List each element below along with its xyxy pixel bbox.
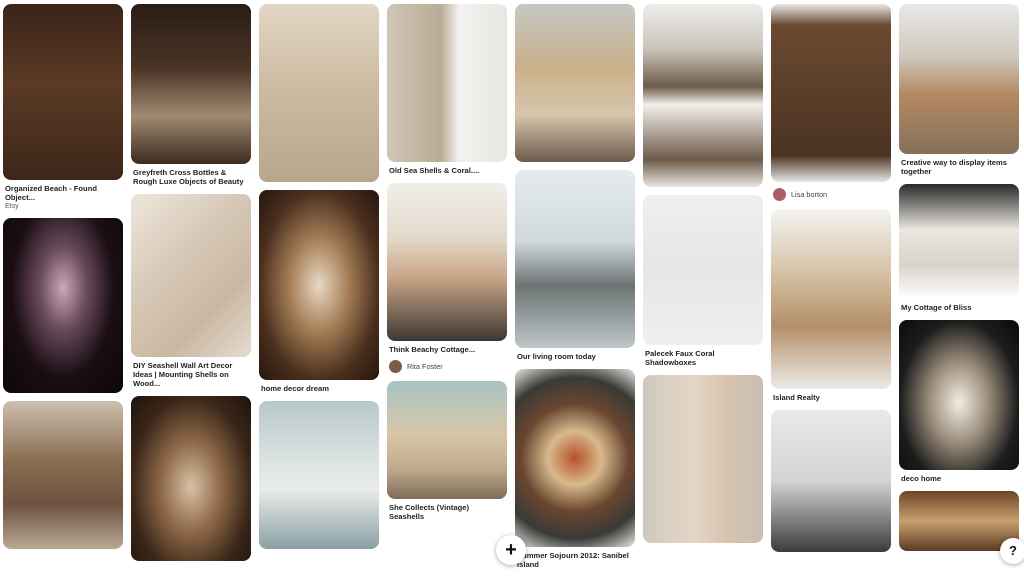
pin-column: Our living room today Summer Sojourn 2012… xyxy=(515,4,635,577)
pin-title[interactable]: Old Sea Shells & Coral.... xyxy=(389,166,505,175)
pin-card[interactable] xyxy=(3,401,123,549)
pin-column: Palecek Faux Coral Shadowboxes xyxy=(643,4,763,551)
add-pin-button[interactable]: + xyxy=(496,535,526,565)
user-name[interactable]: Lisa borton xyxy=(791,190,827,199)
pin-image[interactable] xyxy=(387,381,507,499)
pin-user[interactable]: Rita Foster xyxy=(389,359,507,373)
pin-title[interactable]: Summer Sojourn 2012: Sanibel Island xyxy=(517,551,633,569)
plus-icon: + xyxy=(505,539,517,561)
pin-card[interactable]: Palecek Faux Coral Shadowboxes xyxy=(643,195,763,367)
pin-image[interactable] xyxy=(515,4,635,162)
pin-card[interactable] xyxy=(515,4,635,162)
pin-card[interactable] xyxy=(259,401,379,549)
pin-card[interactable]: Creative way to display items together xyxy=(899,4,1019,176)
pin-card[interactable] xyxy=(643,375,763,543)
pin-image[interactable] xyxy=(131,396,251,561)
pin-card[interactable]: DIY Seashell Wall Art Decor Ideas | Moun… xyxy=(131,194,251,388)
pin-card[interactable]: Greyfreth Cross Bottles & Rough Luxe Obj… xyxy=(131,4,251,186)
pin-image[interactable] xyxy=(771,4,891,182)
pin-card[interactable] xyxy=(899,491,1019,551)
pin-card[interactable]: home decor dream xyxy=(259,190,379,393)
user-name[interactable]: Rita Foster xyxy=(407,362,443,371)
pin-user[interactable]: Lisa borton xyxy=(773,187,891,201)
pin-image[interactable] xyxy=(3,401,123,549)
pin-image[interactable] xyxy=(259,401,379,549)
pin-grid: Organized Beach - Found Object... Etsy Gre… xyxy=(0,0,1024,572)
pin-title[interactable]: deco home xyxy=(901,474,1017,483)
pin-title[interactable]: Think Beachy Cottage... xyxy=(389,345,505,354)
avatar[interactable] xyxy=(773,187,786,201)
pin-card[interactable]: Lisa borton xyxy=(771,4,891,201)
pin-image[interactable] xyxy=(387,183,507,341)
pin-image[interactable] xyxy=(131,194,251,357)
pin-image[interactable] xyxy=(643,195,763,345)
pin-card[interactable]: Our living room today xyxy=(515,170,635,361)
pin-title[interactable]: She Collects (Vintage) Seashells xyxy=(389,503,505,521)
pin-card[interactable]: Island Realty xyxy=(771,209,891,402)
pin-title[interactable]: Greyfreth Cross Bottles & Rough Luxe Obj… xyxy=(133,168,249,186)
pin-image[interactable] xyxy=(515,369,635,547)
pin-card[interactable]: Summer Sojourn 2012: Sanibel Island xyxy=(515,369,635,569)
pin-card[interactable] xyxy=(643,4,763,187)
pin-image[interactable] xyxy=(131,4,251,164)
pin-image[interactable] xyxy=(899,320,1019,470)
pin-title[interactable]: Island Realty xyxy=(773,393,889,402)
pin-card[interactable] xyxy=(3,218,123,393)
avatar[interactable] xyxy=(389,359,402,373)
pin-card[interactable]: Think Beachy Cottage... Rita Foster xyxy=(387,183,507,373)
pin-card[interactable]: deco home xyxy=(899,320,1019,483)
pin-title[interactable]: Palecek Faux Coral Shadowboxes xyxy=(645,349,761,367)
pin-image[interactable] xyxy=(259,190,379,380)
pin-card[interactable]: She Collects (Vintage) Seashells xyxy=(387,381,507,521)
pin-image[interactable] xyxy=(643,375,763,543)
pin-image[interactable] xyxy=(3,218,123,393)
help-button[interactable]: ? xyxy=(1000,538,1024,564)
pin-image[interactable] xyxy=(515,170,635,348)
pin-card[interactable]: My Cottage of Bliss xyxy=(899,184,1019,312)
pin-image[interactable] xyxy=(771,209,891,389)
pin-title[interactable]: My Cottage of Bliss xyxy=(901,303,1017,312)
pin-card[interactable] xyxy=(771,410,891,552)
pin-title[interactable]: Organized Beach - Found Object... xyxy=(5,184,121,202)
pin-source: Etsy xyxy=(5,203,19,210)
pin-column: Organized Beach - Found Object... Etsy xyxy=(3,4,123,557)
pin-card[interactable] xyxy=(131,396,251,561)
pin-column: Old Sea Shells & Coral.... Think Beachy C… xyxy=(387,4,507,529)
pin-image[interactable] xyxy=(387,4,507,162)
pin-image[interactable] xyxy=(899,4,1019,154)
pin-card[interactable]: Old Sea Shells & Coral.... xyxy=(387,4,507,175)
pin-title[interactable]: home decor dream xyxy=(261,384,377,393)
pin-title[interactable]: Our living room today xyxy=(517,352,633,361)
pin-card[interactable] xyxy=(259,4,379,182)
pin-image[interactable] xyxy=(771,410,891,552)
pin-title[interactable]: Creative way to display items together xyxy=(901,158,1017,176)
pin-column: Creative way to display items together My… xyxy=(899,4,1019,559)
pin-column: Greyfreth Cross Bottles & Rough Luxe Obj… xyxy=(131,4,251,569)
pin-image[interactable] xyxy=(259,4,379,182)
help-icon: ? xyxy=(1009,543,1017,558)
pin-image[interactable] xyxy=(643,4,763,187)
pin-card[interactable]: Organized Beach - Found Object... Etsy xyxy=(3,4,123,210)
pin-image[interactable] xyxy=(899,491,1019,551)
pin-column: home decor dream xyxy=(259,4,379,557)
pin-column: Lisa borton Island Realty xyxy=(771,4,891,560)
pin-title[interactable]: DIY Seashell Wall Art Decor Ideas | Moun… xyxy=(133,361,249,388)
pin-image[interactable] xyxy=(899,184,1019,299)
pin-image[interactable] xyxy=(3,4,123,180)
